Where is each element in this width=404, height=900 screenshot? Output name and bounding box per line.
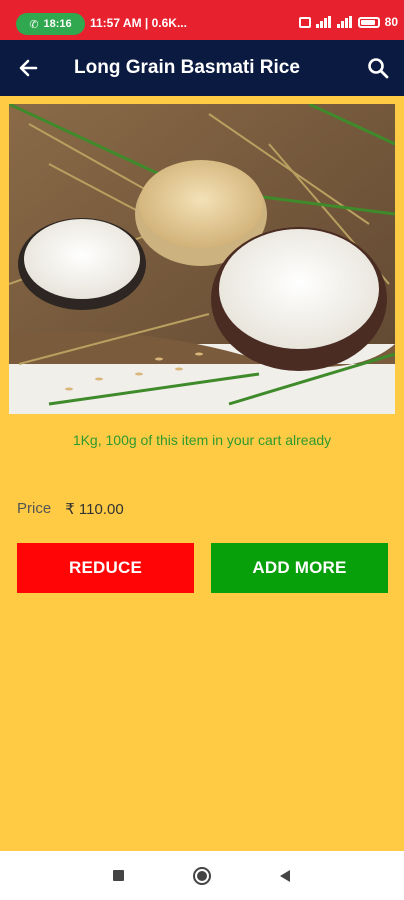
ongoing-call-pill[interactable]: ✆ 18:16	[16, 13, 85, 35]
cart-status-note: 1Kg, 100g of this item in your cart alre…	[72, 432, 332, 448]
recents-icon[interactable]	[113, 870, 124, 881]
app-bar: Long Grain Basmati Rice	[0, 40, 404, 96]
price-value: ₹ 110.00	[65, 501, 124, 518]
page-title: Long Grain Basmati Rice	[74, 57, 300, 78]
back-arrow-icon[interactable]	[14, 54, 44, 82]
status-bar: ✆ 18:16 11:57 AM | 0.6K... 80	[0, 0, 404, 40]
search-icon[interactable]	[364, 54, 392, 82]
call-time: 18:16	[43, 18, 72, 30]
status-icons: 80	[298, 15, 398, 29]
product-image	[9, 104, 395, 414]
system-nav-bar	[0, 851, 404, 900]
status-info: 11:57 AM | 0.6K...	[90, 16, 187, 30]
add-more-button[interactable]: ADD MORE	[211, 543, 388, 593]
signal-icon-2	[336, 16, 353, 28]
sim-icon	[298, 16, 311, 28]
price-row: Price ₹ 110.00	[17, 500, 124, 518]
reduce-button[interactable]: REDUCE	[17, 543, 194, 593]
battery-icon	[357, 16, 380, 28]
nav-back-icon[interactable]	[280, 870, 290, 882]
price-label: Price	[17, 500, 52, 517]
home-icon[interactable]	[193, 867, 211, 885]
phone-icon: ✆	[29, 18, 39, 31]
signal-icon	[315, 16, 332, 28]
battery-level: 80	[384, 15, 398, 29]
